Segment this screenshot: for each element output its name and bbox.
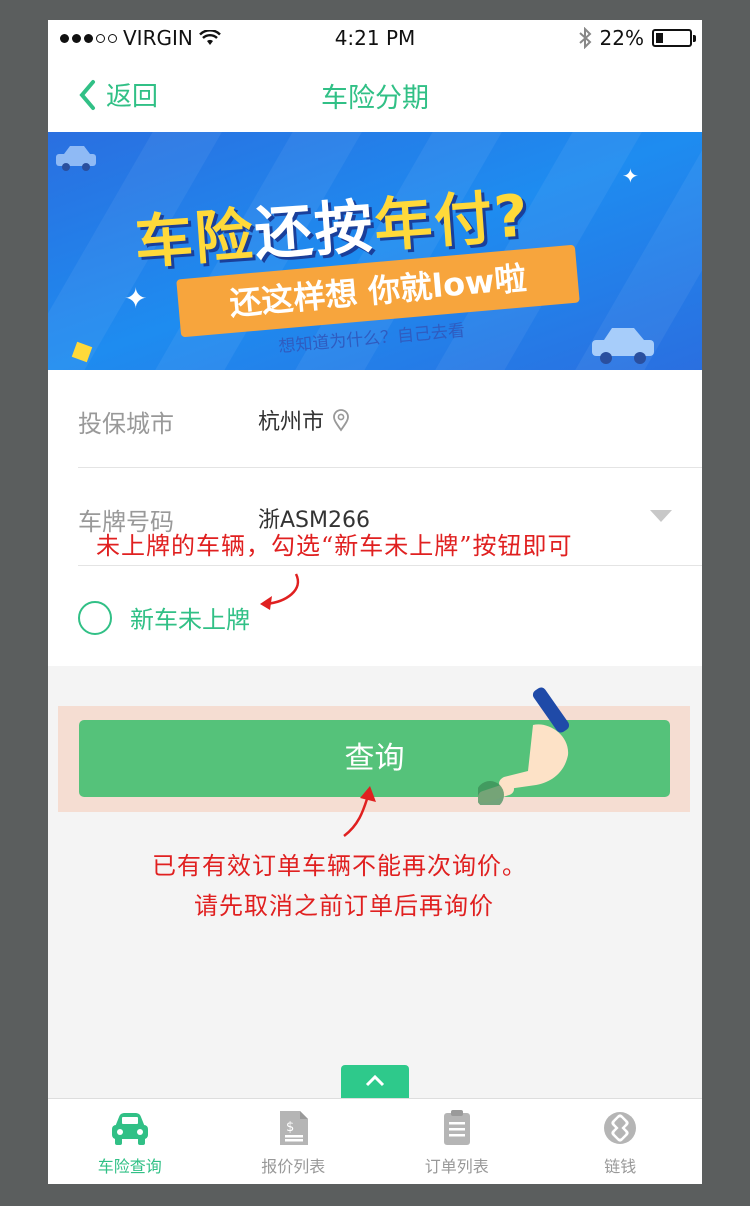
tab-label: 报价列表 — [261, 1157, 326, 1176]
battery-icon — [652, 29, 696, 47]
page-title: 车险分期 — [321, 83, 429, 114]
tab-chain-money[interactable]: 链钱 — [539, 1099, 703, 1184]
nav-bar: 返回 车险分期 — [48, 58, 702, 132]
sparkle-icon: ✦ — [124, 282, 148, 315]
insurance-form: 投保城市 杭州市 车牌号码 浙ASM266 新车未上牌 — [48, 370, 702, 666]
location-pin-icon — [333, 409, 349, 432]
bluetooth-icon — [578, 27, 591, 49]
clipboard-icon — [443, 1110, 470, 1145]
phone-screen: VIRGIN 4:21 PM 22% 返回 车险分期 ✦ ✦ 车险还按年付? 还… — [48, 20, 702, 1184]
tab-quote-list[interactable]: $ 报价列表 — [212, 1099, 376, 1184]
radio-circle-icon[interactable] — [78, 600, 112, 635]
annotation-arrow-icon — [343, 786, 376, 837]
tab-label: 订单列表 — [424, 1157, 489, 1176]
svg-text:$: $ — [286, 1120, 294, 1135]
car-illustration-icon — [592, 328, 654, 364]
chain-icon — [604, 1112, 637, 1144]
annotation-arrow-icon — [260, 573, 300, 610]
expand-up-button[interactable] — [341, 1065, 409, 1099]
annotation-top: 未上牌的车辆，勾选“新车未上牌”按钮即可 — [96, 532, 573, 560]
sparkle-icon: ✦ — [622, 164, 639, 188]
status-bar: VIRGIN 4:21 PM 22% — [48, 20, 702, 58]
battery-percent: 22% — [599, 26, 644, 50]
bottom-tab-bar: 车险查询 $ 报价列表 订单列表 链钱 — [48, 1098, 702, 1184]
city-label: 投保城市 — [78, 410, 174, 438]
annotation-bottom-2: 请先取消之前订单后再询价 — [194, 892, 494, 920]
new-car-checkbox[interactable]: 新车未上牌 — [78, 600, 250, 635]
car-icon — [111, 1113, 148, 1145]
annotation-bottom-1: 已有有效订单车辆不能再次询价。 — [152, 852, 527, 880]
quote-doc-icon: $ — [280, 1111, 309, 1145]
city-row[interactable]: 投保城市 杭州市 — [78, 370, 702, 468]
pointing-hand-icon — [478, 687, 570, 805]
chevron-up-icon — [365, 1075, 385, 1087]
tab-car-insurance[interactable]: 车险查询 — [48, 1099, 212, 1184]
dropdown-caret-icon[interactable] — [650, 510, 672, 522]
new-car-label: 新车未上牌 — [130, 606, 250, 634]
tab-label: 链钱 — [604, 1157, 637, 1176]
tab-label: 车险查询 — [97, 1157, 162, 1176]
car-illustration-icon — [56, 146, 96, 171]
tab-order-list[interactable]: 订单列表 — [375, 1099, 539, 1184]
promo-banner[interactable]: ✦ ✦ 车险还按年付? 还这样想 你就low啦 想知道为什么？自己去看 — [48, 132, 702, 370]
city-value: 杭州市 — [258, 410, 325, 435]
